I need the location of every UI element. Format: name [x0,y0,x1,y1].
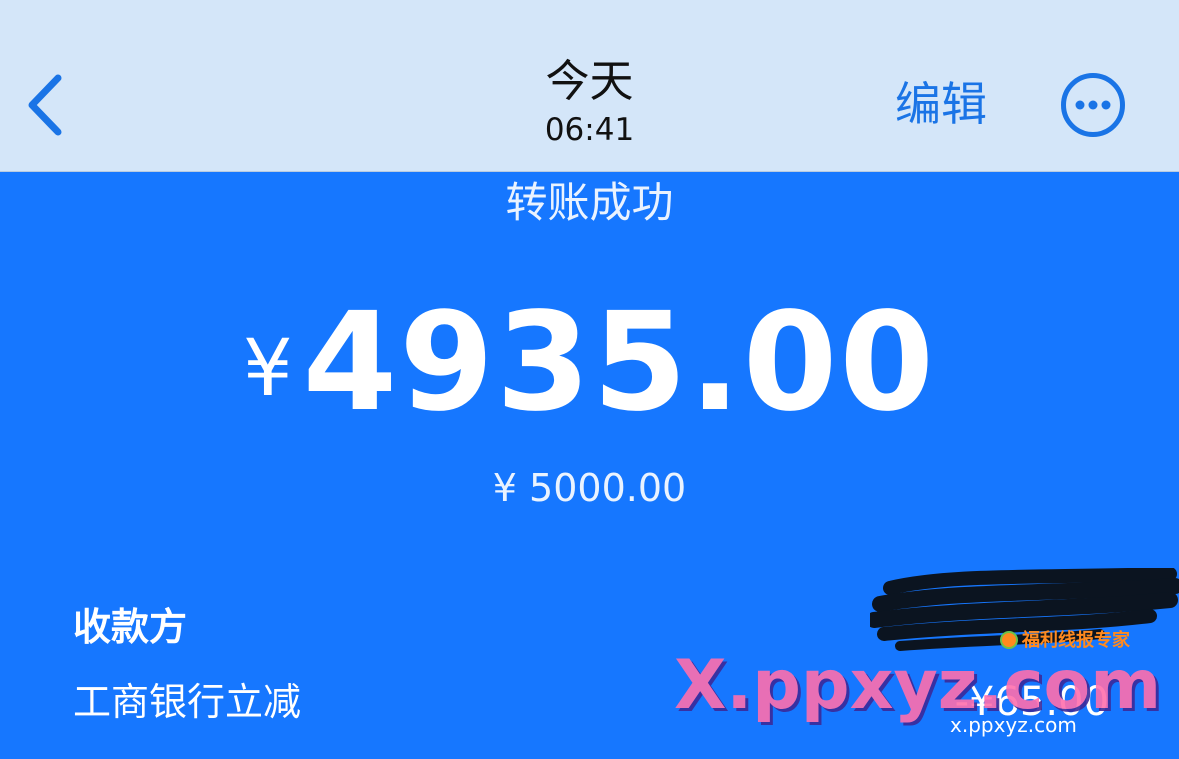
more-button[interactable] [1060,72,1126,138]
discount-label: 工商银行立减 [73,680,302,724]
edit-button[interactable]: 编辑 [895,74,987,134]
nav-time: 06:41 [544,112,635,148]
payee-label: 收款方 [73,605,188,649]
watermark-sub: x.ppxyz.com [950,713,1077,737]
original-amount: ¥ 5000.00 [492,466,687,510]
next-row-partial [73,746,273,759]
nav-title: 今天 [545,56,634,107]
watermark-main: X.ppxyz.com [674,646,1162,725]
transfer-amount: ¥4935.00 [0,288,1179,438]
transfer-detail-screen: 今天 06:41 编辑 转账成功 ¥4935.00 ¥ 5000.00 收款方 … [0,0,1179,759]
ellipsis-circle-icon [1061,73,1125,137]
navigation-bar: 今天 06:41 编辑 [0,0,1179,172]
currency-symbol: ¥ [242,324,293,414]
amount-value: 4935.00 [302,284,937,442]
transfer-status: 转账成功 [505,178,674,227]
